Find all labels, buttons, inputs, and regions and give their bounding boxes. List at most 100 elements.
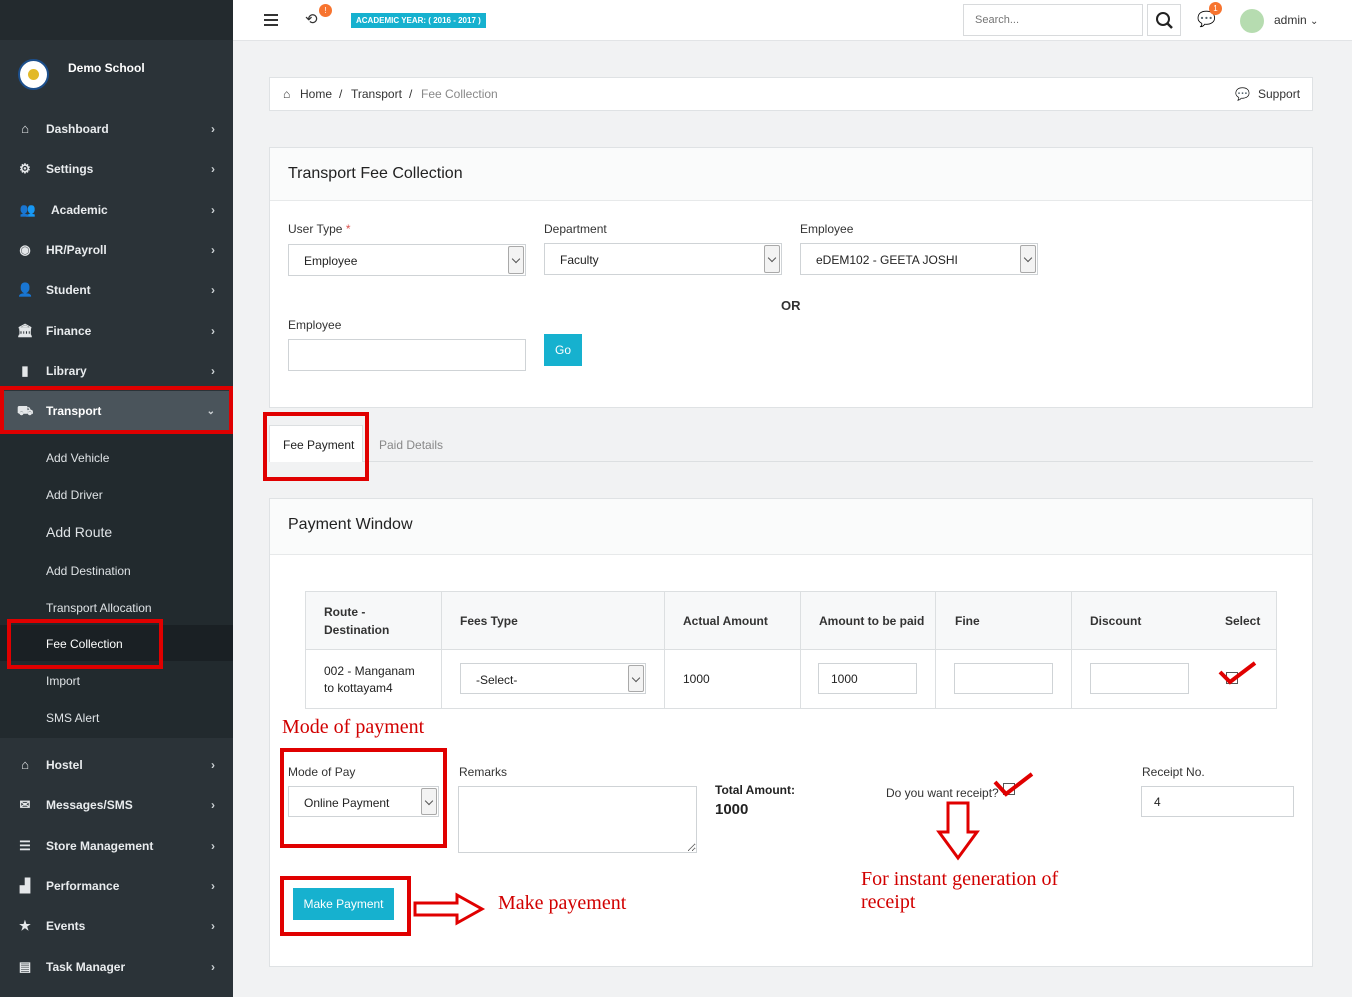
avatar[interactable]: [1240, 9, 1264, 33]
annotation-make-payment: Make payement: [498, 892, 627, 914]
highlight-transport: [0, 386, 233, 434]
form-title: Transport Fee Collection: [288, 165, 463, 182]
search-icon: [1156, 12, 1173, 29]
search-button[interactable]: [1147, 4, 1181, 36]
fine-input[interactable]: [955, 664, 1052, 693]
chevron-right-icon: ›: [211, 162, 215, 176]
employee-search-input[interactable]: [289, 340, 525, 370]
user-type-select[interactable]: Employee: [288, 244, 526, 276]
remarks-textarea[interactable]: [458, 786, 697, 853]
route-line1: 002 - Manganam: [324, 664, 415, 678]
search-box: [963, 4, 1143, 36]
receipt-no-label: Receipt No.: [1142, 765, 1205, 779]
sidebar-item-hr-payroll[interactable]: ◉ HR/Payroll ›: [0, 230, 233, 270]
tab-paid-details[interactable]: Paid Details: [379, 438, 443, 452]
tab-divider: [269, 461, 1313, 462]
chevron-right-icon: ›: [211, 324, 215, 338]
breadcrumb-current: Fee Collection: [421, 87, 498, 101]
sidebar-item-student[interactable]: 👤 Student ›: [0, 270, 233, 310]
academic-year-badge[interactable]: ACADEMIC YEAR: ( 2016 - 2017 ): [351, 13, 486, 28]
highlight-fee-collection: [7, 619, 163, 669]
sidebar-item-label: HR/Payroll: [46, 243, 107, 257]
annotation-mode-of-payment: Mode of payment: [282, 716, 425, 738]
top-bar: ⟲ ! ACADEMIC YEAR: ( 2016 - 2017 ) 💬 1 a…: [233, 0, 1352, 41]
sidebar-item-finance[interactable]: 🏛 Finance ›: [0, 311, 233, 351]
col-divider: [664, 592, 665, 708]
col-route: Route -: [324, 605, 366, 619]
col-select: Select: [1225, 614, 1261, 628]
gear-icon: ⚙: [19, 161, 31, 176]
support-icon: 💬: [1235, 87, 1250, 101]
chevron-right-icon: ›: [211, 243, 215, 257]
department-value: Faculty: [560, 253, 599, 267]
sidebar-item-dashboard[interactable]: ⌂ Dashboard ›: [0, 109, 233, 149]
chevron-down-icon: ⌄: [1310, 16, 1319, 27]
payment-header: [270, 499, 1312, 555]
book-icon: ▮: [21, 363, 29, 378]
user-name: admin: [1274, 13, 1307, 27]
sidebar-item-performance[interactable]: ▟ Performance ›: [0, 866, 233, 906]
highlight-make-payment: [280, 876, 411, 936]
submenu-add-driver[interactable]: Add Driver: [46, 488, 103, 502]
col-route-line2: Destination: [324, 623, 390, 637]
or-divider: OR: [781, 298, 801, 313]
amount-to-pay-input[interactable]: [819, 664, 916, 693]
sidebar-item-label: Hostel: [46, 758, 83, 772]
fees-type-select[interactable]: -Select-: [460, 663, 646, 694]
chevron-right-icon: ›: [211, 839, 215, 853]
chevron-right-icon: ›: [211, 283, 215, 297]
support-link[interactable]: Support: [1258, 87, 1300, 101]
chevron-down-icon: [508, 246, 524, 274]
envelope-icon: ✉: [19, 797, 31, 812]
highlight-fee-payment-tab: [263, 412, 369, 481]
discount-input[interactable]: [1091, 664, 1188, 693]
sync-icon[interactable]: ⟲: [305, 10, 318, 28]
sidebar-item-messages[interactable]: ✉ Messages/SMS ›: [0, 785, 233, 825]
sidebar-item-label: Events: [46, 919, 86, 933]
breadcrumb-home[interactable]: Home: [300, 87, 332, 101]
sidebar-item-academic[interactable]: 👥 Academic ›: [0, 190, 233, 230]
sidebar-item-events[interactable]: ★ Events ›: [0, 906, 233, 946]
actual-amount-value: 1000: [683, 672, 710, 686]
submenu-transport-allocation[interactable]: Transport Allocation: [46, 601, 152, 615]
chevron-right-icon: ›: [211, 960, 215, 974]
total-amount-value: 1000: [715, 801, 749, 818]
sidebar-item-label: Settings: [46, 162, 94, 176]
chevron-right-icon: ›: [211, 919, 215, 933]
star-icon: ★: [19, 918, 31, 933]
bank-icon: 🏛: [17, 323, 34, 338]
eye-icon: ◉: [19, 242, 31, 257]
employee-select[interactable]: eDEM102 - GEETA JOSHI: [800, 243, 1038, 275]
sidebar-item-label: Store Management: [46, 839, 154, 853]
breadcrumb-transport[interactable]: Transport: [351, 87, 402, 101]
amount-to-pay-field: [818, 663, 917, 694]
receipt-no-input[interactable]: [1142, 787, 1293, 816]
chart-icon: ▟: [20, 878, 30, 893]
hamburger-menu-icon[interactable]: [264, 14, 278, 26]
total-amount-label: Total Amount:: [715, 783, 795, 797]
col-fees-type: Fees Type: [460, 614, 518, 628]
highlight-mode-of-pay: [280, 748, 447, 848]
employee-search-label: Employee: [288, 318, 342, 332]
submenu-add-route[interactable]: Add Route: [46, 524, 112, 540]
go-button[interactable]: Go: [544, 334, 582, 366]
sidebar-item-store-management[interactable]: ☰ Store Management ›: [0, 826, 233, 866]
sidebar-item-label: Performance: [46, 879, 120, 893]
department-select[interactable]: Faculty: [544, 243, 782, 275]
submenu-add-destination[interactable]: Add Destination: [46, 564, 131, 578]
sidebar-header: [0, 0, 233, 40]
submenu-import[interactable]: Import: [46, 674, 80, 688]
chevron-right-icon: ›: [211, 758, 215, 772]
search-input[interactable]: [964, 5, 1134, 35]
submenu-add-vehicle[interactable]: Add Vehicle: [46, 451, 109, 465]
submenu-sms-alert[interactable]: SMS Alert: [46, 711, 99, 725]
chat-badge: 1: [1209, 2, 1222, 15]
employee-value: eDEM102 - GEETA JOSHI: [816, 253, 958, 267]
sidebar-item-hostel[interactable]: ⌂ Hostel ›: [0, 745, 233, 785]
sidebar-item-settings[interactable]: ⚙ Settings ›: [0, 149, 233, 189]
sidebar-item-task-manager[interactable]: ▤ Task Manager ›: [0, 947, 233, 987]
sidebar-item-library[interactable]: ▮ Library ›: [0, 351, 233, 391]
user-menu[interactable]: admin ⌄: [1274, 13, 1318, 27]
school-brand[interactable]: Demo School: [0, 40, 233, 108]
route-line2: to kottayam4: [324, 681, 393, 695]
